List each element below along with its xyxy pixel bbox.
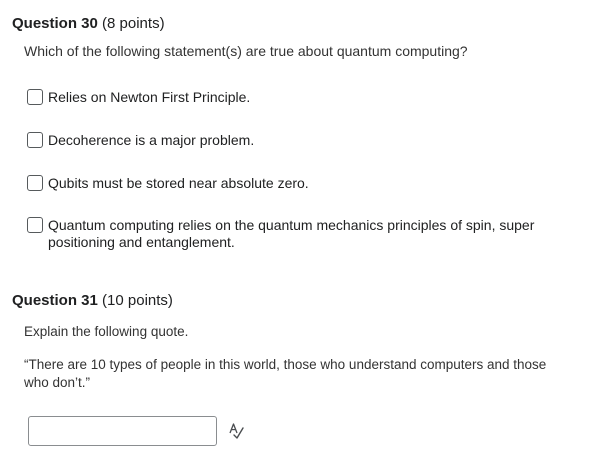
question-30-prompt: Which of the following statement(s) are …: [24, 43, 468, 59]
spell-check-icon[interactable]: [228, 422, 244, 440]
question-31-points: (10 points): [102, 292, 173, 309]
option-qubits[interactable]: Qubits must be stored near absolute zero…: [27, 175, 567, 192]
option-quantum-principles[interactable]: Quantum computing relies on the quantum …: [27, 217, 567, 251]
option-label: Relies on Newton First Principle.: [48, 89, 251, 105]
option-checkbox[interactable]: [27, 132, 43, 148]
question-31-quote: “There are 10 types of people in this wo…: [24, 357, 547, 390]
option-checkbox[interactable]: [27, 175, 43, 191]
option-label: Qubits must be stored near absolute zero…: [48, 175, 309, 191]
option-checkbox[interactable]: [27, 89, 43, 105]
option-newton[interactable]: Relies on Newton First Principle.: [27, 89, 567, 106]
question-31-title: Question 31: [12, 292, 98, 309]
option-decoherence[interactable]: Decoherence is a major problem.: [27, 132, 567, 149]
question-30-header: Question 30 (8 points): [12, 15, 165, 33]
option-checkbox[interactable]: [27, 217, 43, 233]
question-31-prompt: Explain the following quote.: [24, 324, 189, 339]
option-label: Decoherence is a major problem.: [48, 132, 255, 148]
question-30-points: (8 points): [102, 15, 165, 32]
option-label: Quantum computing relies on the quantum …: [48, 217, 535, 250]
answer-input[interactable]: [28, 416, 217, 446]
question-31-header: Question 31 (10 points): [12, 292, 173, 310]
question-30-title: Question 30: [12, 15, 98, 32]
